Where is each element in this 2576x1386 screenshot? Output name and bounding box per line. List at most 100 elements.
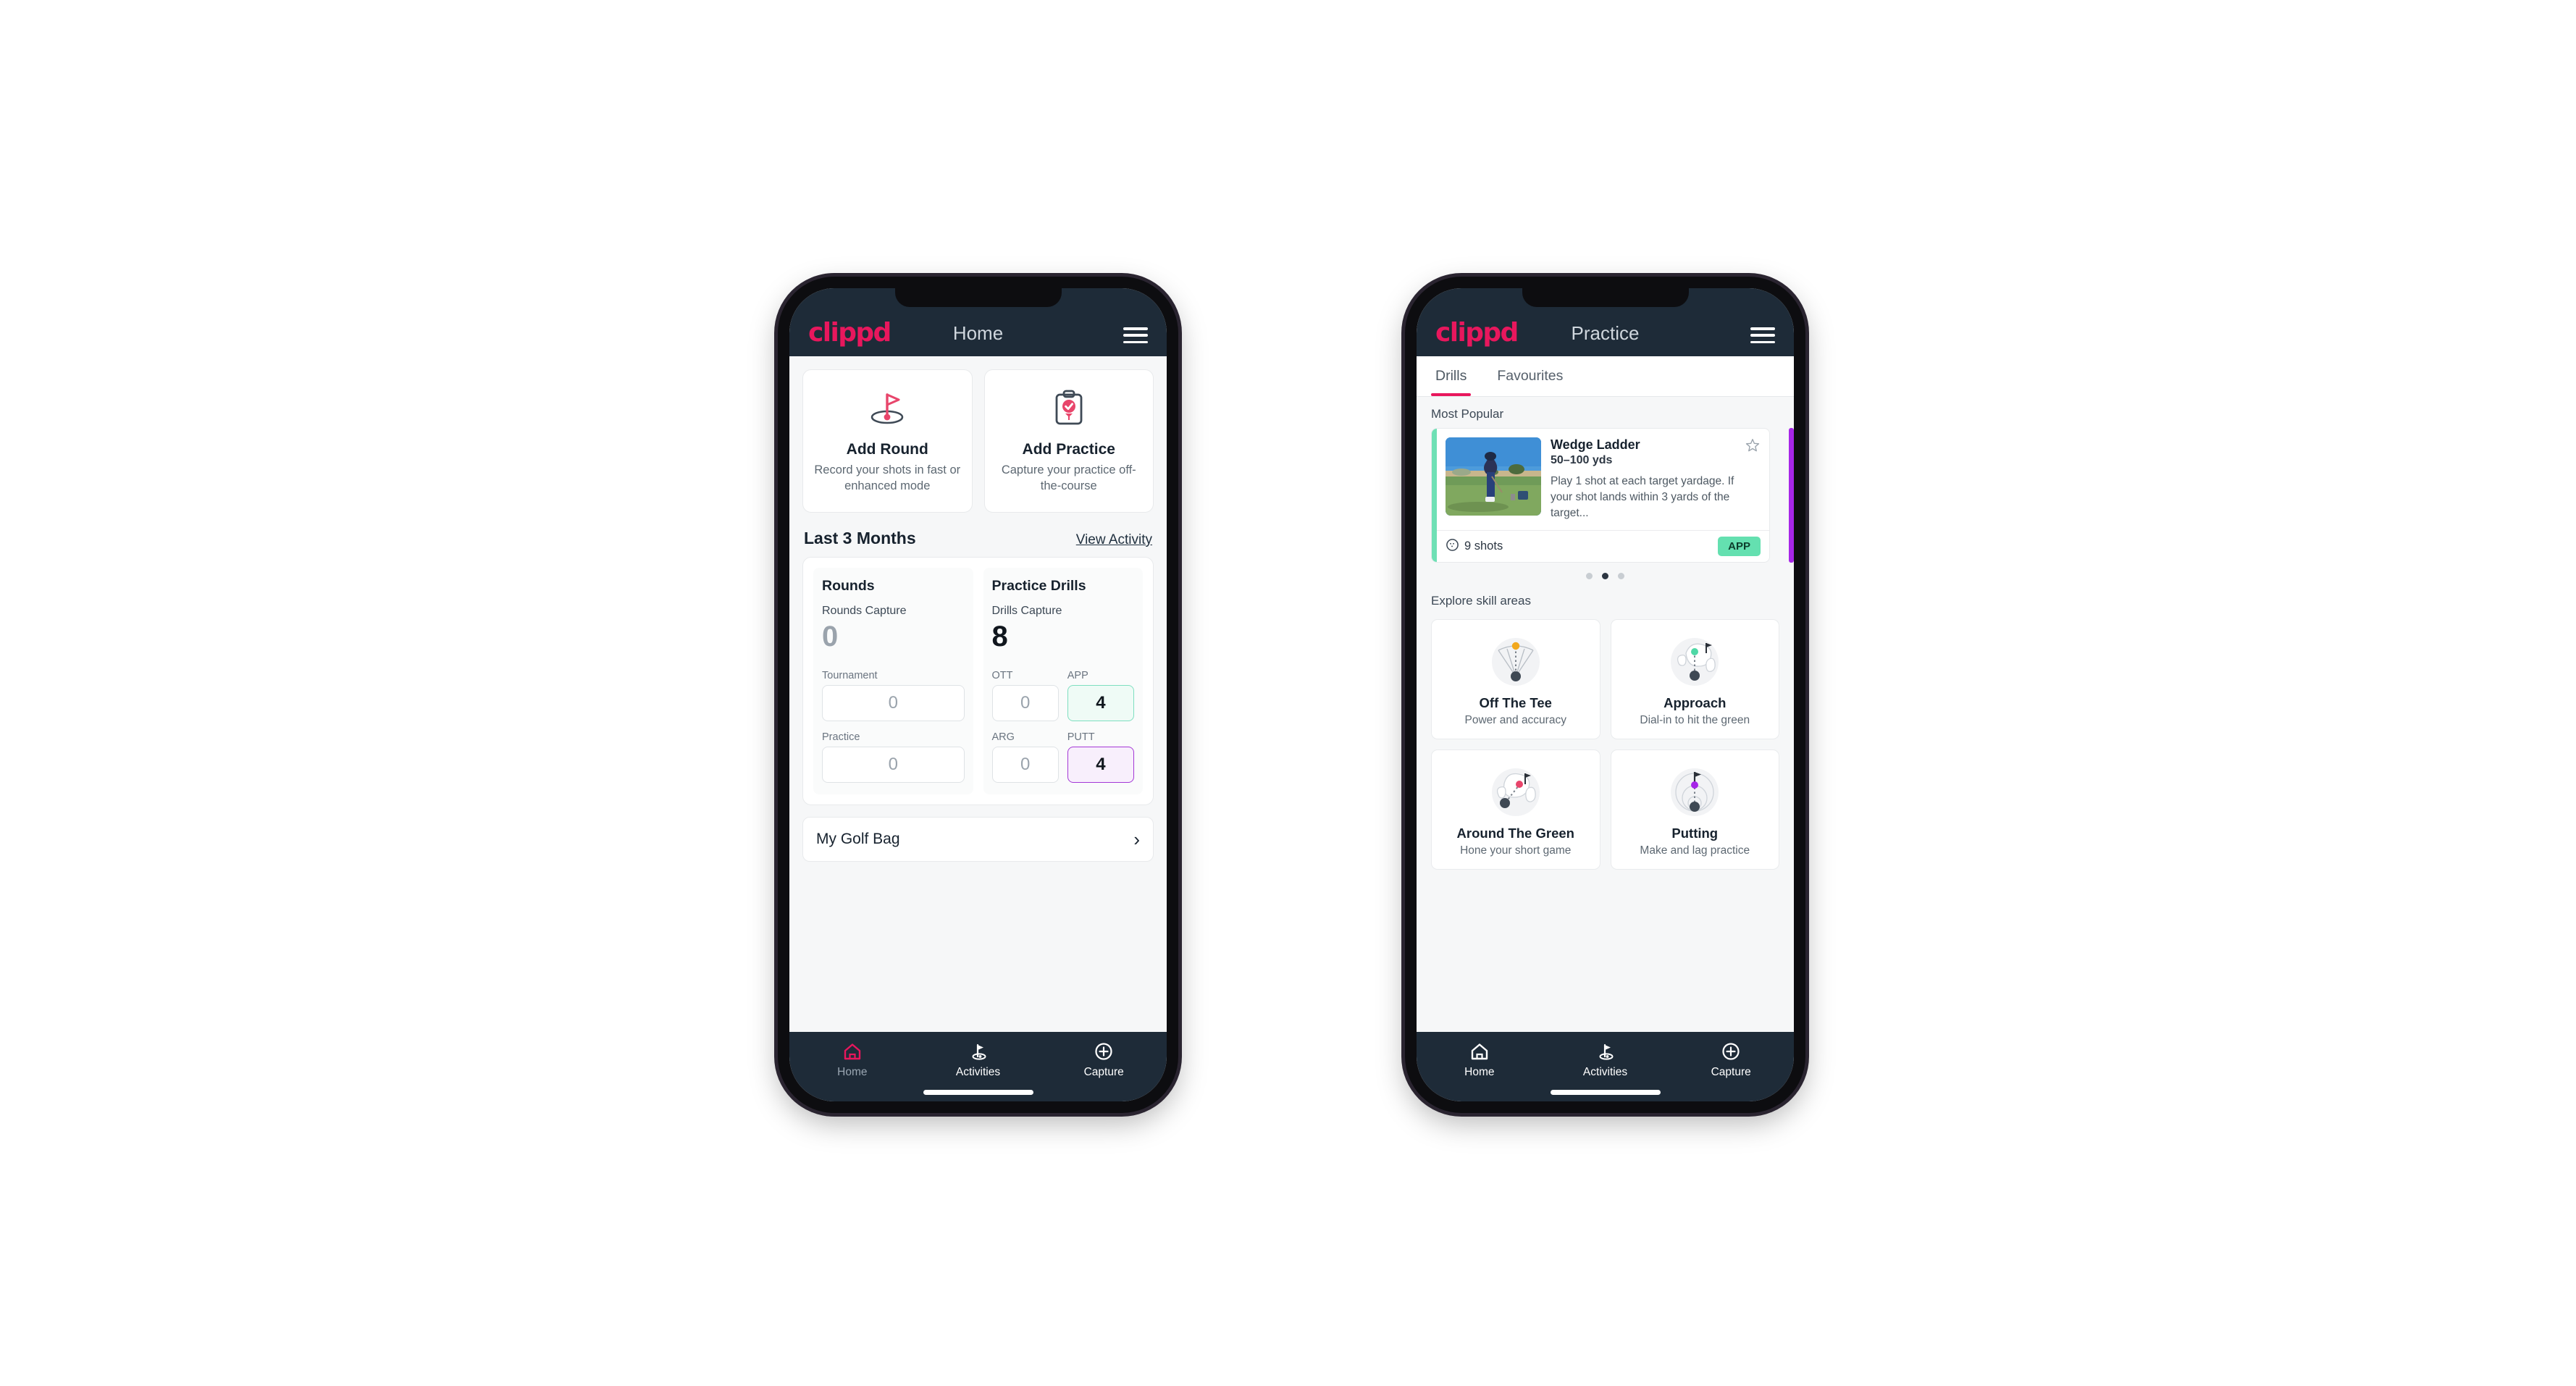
add-round-card[interactable]: Add Round Record your shots in fast or e… (802, 369, 973, 513)
canvas: clippd Home Add Round Record your shots … (0, 0, 2576, 1386)
drill-card-wedge-ladder[interactable]: Wedge Ladder 50–100 yds Play 1 shot at e… (1431, 428, 1770, 563)
home-body: Add Round Record your shots in fast or e… (789, 356, 1167, 1032)
tab-drills[interactable]: Drills (1431, 356, 1472, 396)
add-practice-card[interactable]: Add Practice Capture your practice off-t… (983, 369, 1154, 513)
plus-circle-icon (1041, 1041, 1167, 1062)
nav-capture[interactable]: Capture (1668, 1041, 1794, 1079)
rounds-heading: Rounds (822, 578, 875, 594)
drill-tag-badge: APP (1718, 537, 1761, 556)
drill-card-footer: 9 shots APP (1432, 530, 1769, 562)
drills-capture-label: Drills Capture (991, 605, 1062, 617)
clippd-logo[interactable]: clippd (808, 320, 891, 346)
drill-yardage: 50–100 yds (1551, 454, 1613, 466)
nav-capture-label: Capture (1083, 1066, 1124, 1078)
rounds-capture-label: Rounds Capture (822, 605, 907, 617)
tournament-value[interactable]: 0 (822, 685, 965, 721)
section-title: Last 3 Months (804, 529, 916, 547)
chevron-right-icon: › (1133, 828, 1140, 850)
drill-thumbnail (1446, 437, 1541, 516)
putt-value[interactable]: 4 (1067, 747, 1134, 783)
ott-app-row: OTT 0 APP 4 (991, 670, 1134, 721)
home-bottom-nav: Home Activities Capture (789, 1032, 1167, 1101)
drill-shots: 9 shots (1446, 538, 1503, 555)
golf-ball-icon (1446, 538, 1459, 555)
skill-card-approach[interactable]: Approach Dial-in to hit the green (1610, 619, 1779, 739)
drill-card-body: Wedge Ladder 50–100 yds Play 1 shot at e… (1432, 429, 1769, 530)
my-golf-bag-label: My Golf Bag (816, 831, 900, 847)
putting-rings-icon (1617, 760, 1774, 821)
nav-home[interactable]: Home (1417, 1041, 1543, 1079)
skill-subtitle: Power and accuracy (1464, 714, 1566, 726)
ott-value[interactable]: 0 (991, 685, 1059, 721)
ott-field: OTT 0 (991, 670, 1059, 721)
practice-tabs: Drills Favourites (1417, 356, 1794, 397)
arg-label: ARG (991, 731, 1015, 743)
chip-green-icon (1438, 760, 1594, 821)
carousel-dots (1417, 563, 1794, 584)
nav-capture-label: Capture (1711, 1066, 1751, 1078)
carousel-dot-3[interactable] (1618, 573, 1624, 579)
arg-value[interactable]: 0 (991, 747, 1059, 783)
hamburger-icon[interactable] (1123, 327, 1148, 343)
tab-drills-label: Drills (1435, 368, 1467, 384)
practice-value[interactable]: 0 (822, 747, 965, 783)
practice-screen: clippd Practice Drills Favourites Most P… (1417, 288, 1794, 1101)
skill-subtitle: Dial-in to hit the green (1640, 714, 1750, 726)
drill-title: Wedge Ladder (1551, 437, 1640, 452)
nav-home-label: Home (837, 1066, 868, 1078)
skill-card-around-the-green[interactable]: Around The Green Hone your short game (1431, 749, 1600, 870)
stats-panel: Rounds Rounds Capture 0 Tournament 0 Pra… (802, 557, 1154, 805)
nav-activities-label: Activities (1582, 1066, 1628, 1078)
home-icon (789, 1041, 915, 1062)
practice-label: Practice (822, 731, 860, 743)
drill-accent-bar (1432, 429, 1437, 562)
drills-column: Practice Drills Drills Capture 8 OTT 0 A… (983, 568, 1143, 794)
practice-bottom-nav: Home Activities Capture (1417, 1032, 1794, 1101)
notch (894, 288, 1062, 307)
drill-meta: Wedge Ladder 50–100 yds Play 1 shot at e… (1551, 437, 1761, 521)
add-practice-title: Add Practice (1022, 441, 1115, 458)
putt-field: PUTT 4 (1067, 731, 1134, 783)
clippd-logo[interactable]: clippd (1435, 320, 1519, 346)
nav-capture[interactable]: Capture (1041, 1041, 1167, 1079)
phone-home: clippd Home Add Round Record your shots … (778, 277, 1178, 1113)
carousel-dot-1[interactable] (1586, 573, 1593, 579)
nav-activities[interactable]: Activities (1543, 1041, 1669, 1079)
skill-subtitle: Hone your short game (1460, 844, 1572, 857)
skill-title: Putting (1671, 826, 1719, 841)
nav-home[interactable]: Home (789, 1041, 915, 1079)
drills-capture-value: 8 (991, 621, 1008, 652)
skill-areas-grid: Off The Tee Power and accuracy Approach … (1417, 615, 1794, 870)
home-icon (1417, 1041, 1543, 1062)
hamburger-icon[interactable] (1750, 327, 1775, 343)
explore-skill-areas-label: Explore skill areas (1431, 594, 1531, 608)
tab-favourites-label: Favourites (1497, 368, 1564, 384)
rounds-column: Rounds Rounds Capture 0 Tournament 0 Pra… (813, 568, 973, 794)
tab-favourites[interactable]: Favourites (1493, 356, 1567, 396)
my-golf-bag-row[interactable]: My Golf Bag › (802, 817, 1154, 862)
next-drill-card-peek[interactable] (1789, 428, 1794, 563)
add-round-subtitle: Record your shots in fast or enhanced mo… (814, 463, 961, 492)
carousel-dot-2[interactable] (1602, 573, 1608, 579)
drill-carousel[interactable]: Wedge Ladder 50–100 yds Play 1 shot at e… (1417, 428, 1794, 563)
skill-card-off-the-tee[interactable]: Off The Tee Power and accuracy (1431, 619, 1600, 739)
add-round-title: Add Round (846, 441, 928, 458)
golf-flag-icon (915, 1041, 1041, 1062)
notch (1522, 288, 1689, 307)
nav-home-label: Home (1464, 1066, 1495, 1078)
skill-title: Approach (1664, 695, 1727, 710)
tournament-label: Tournament (822, 670, 878, 681)
star-outline-icon[interactable] (1745, 437, 1761, 457)
ott-label: OTT (991, 670, 1013, 681)
most-popular-label: Most Popular (1431, 407, 1504, 421)
putt-label: PUTT (1067, 731, 1095, 743)
green-target-icon (1617, 630, 1774, 691)
skill-card-putting[interactable]: Putting Make and lag practice (1610, 749, 1779, 870)
tee-fan-icon (1438, 630, 1594, 691)
practice-body: Most Popular Wedge Ladder 50–100 yds Pla… (1417, 397, 1794, 1032)
nav-activities[interactable]: Activities (915, 1041, 1041, 1079)
tournament-field: Tournament 0 (822, 670, 965, 721)
drill-shots-label: 9 shots (1464, 539, 1503, 553)
view-activity-link[interactable]: View Activity (1076, 532, 1152, 548)
app-value[interactable]: 4 (1067, 685, 1134, 721)
